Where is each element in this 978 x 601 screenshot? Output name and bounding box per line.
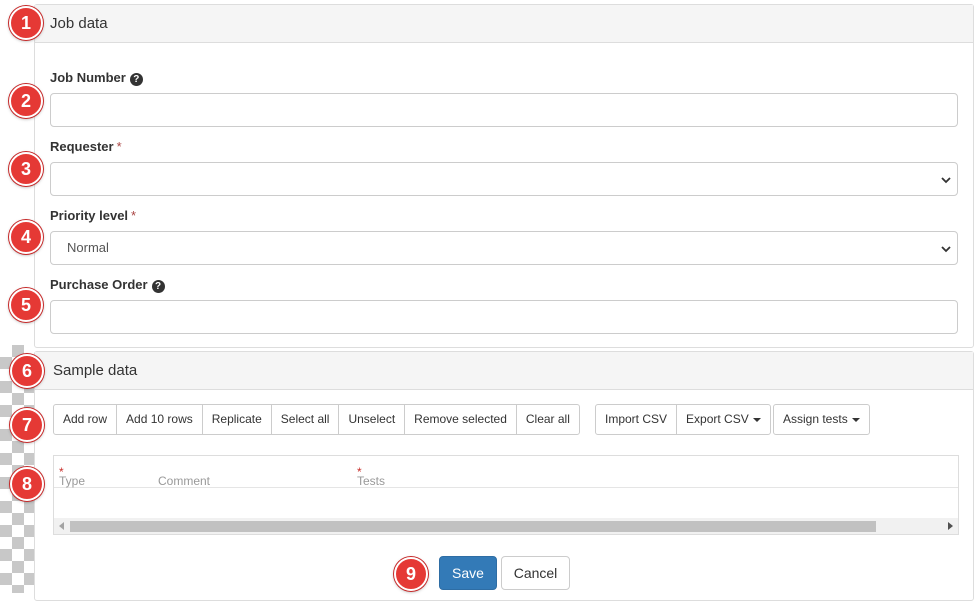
callout-badge: 6: [10, 354, 44, 388]
requester-label: Requester *: [50, 139, 122, 154]
csv-toolbar: Import CSV Export CSV: [595, 404, 771, 435]
priority-selected-value: Normal: [67, 240, 109, 255]
callout-badge: 4: [9, 220, 43, 254]
scrollbar-thumb[interactable]: [70, 521, 876, 532]
requester-select[interactable]: [50, 162, 958, 196]
add-10-rows-button[interactable]: Add 10 rows: [116, 404, 203, 435]
save-button[interactable]: Save: [439, 556, 497, 590]
callout-badge: 7: [10, 408, 44, 442]
job-number-label: Job Number?: [50, 70, 143, 86]
add-row-button[interactable]: Add row: [53, 404, 118, 435]
scroll-left-icon[interactable]: [59, 522, 64, 530]
assign-tests-toolbar: Assign tests: [773, 404, 870, 435]
remove-selected-button[interactable]: Remove selected: [404, 404, 517, 435]
clear-all-button[interactable]: Clear all: [515, 404, 580, 435]
callout-badge: 9: [394, 557, 428, 591]
chevron-down-icon: [941, 246, 951, 253]
callout-badge: 1: [9, 6, 43, 40]
help-icon[interactable]: ?: [151, 280, 165, 293]
purchase-order-label: Purchase Order?: [50, 277, 165, 293]
grid-header: Type * Comment Tests *: [54, 456, 958, 488]
caret-down-icon: [851, 417, 860, 422]
sample-data-heading: Sample data: [35, 352, 973, 390]
replicate-button[interactable]: Replicate: [201, 404, 272, 435]
priority-level-label: Priority level *: [50, 208, 137, 223]
horizontal-scrollbar[interactable]: [54, 518, 958, 534]
select-all-button[interactable]: Select all: [270, 404, 340, 435]
caret-down-icon: [752, 417, 761, 422]
callout-badge: 8: [10, 467, 44, 501]
callout-badge: 3: [9, 152, 43, 186]
unselect-button[interactable]: Unselect: [338, 404, 406, 435]
chevron-down-icon: [941, 177, 951, 184]
assign-tests-dropdown[interactable]: Assign tests: [773, 404, 870, 435]
sample-grid[interactable]: Type * Comment Tests *: [53, 455, 959, 535]
scroll-right-icon[interactable]: [948, 522, 953, 530]
required-marker: *: [131, 208, 137, 223]
help-icon[interactable]: ?: [129, 73, 143, 86]
job-data-heading: Job data: [35, 5, 973, 43]
callout-badge: 5: [9, 288, 43, 322]
required-marker: *: [116, 139, 122, 154]
import-csv-button[interactable]: Import CSV: [595, 404, 678, 435]
grid-column-type[interactable]: Type *: [59, 465, 85, 488]
callout-badge: 2: [9, 84, 43, 118]
purchase-order-input[interactable]: [50, 300, 958, 334]
export-csv-dropdown[interactable]: Export CSV: [676, 404, 771, 435]
export-csv-label: Export CSV: [686, 412, 749, 426]
row-actions-toolbar: Add row Add 10 rows Replicate Select all…: [53, 404, 580, 435]
priority-level-select[interactable]: Normal: [50, 231, 958, 265]
grid-column-tests[interactable]: Tests *: [357, 465, 385, 488]
job-number-input[interactable]: [50, 93, 958, 127]
cancel-button[interactable]: Cancel: [501, 556, 570, 590]
assign-tests-label: Assign tests: [783, 412, 848, 426]
